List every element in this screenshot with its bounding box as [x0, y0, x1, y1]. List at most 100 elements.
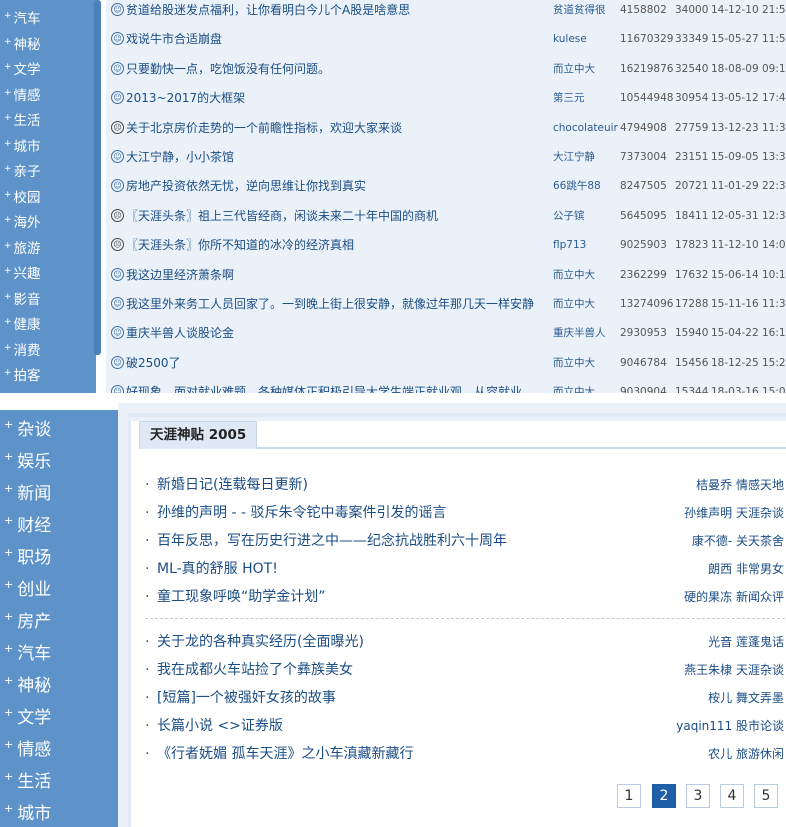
sidebar-item-mystery[interactable]: + 神秘	[4, 671, 51, 701]
post-row[interactable]: ☺ 重庆半兽人谈股论金 重庆半兽人 2930953 15940 15-04-22 16:1…	[106, 322, 786, 351]
tab-featured-2005[interactable]: 天涯神贴 2005	[139, 421, 258, 449]
entry-title[interactable]: 孙维的声明 - - 驳斥朱令铊中毒案件引发的谣言	[157, 501, 446, 525]
list-item[interactable]: · 长篇小说 <>证券版 yaqin111 股市论谈	[131, 714, 786, 738]
sidebar-item-health[interactable]: + 健康	[4, 314, 41, 336]
sidebar-item-emotion[interactable]: + 情感	[4, 85, 41, 107]
post-title[interactable]: 贫道给股迷发点福利，让你看明白今儿个A股是啥意思	[126, 0, 410, 21]
post-author[interactable]: 而立中大	[553, 293, 595, 315]
post-title[interactable]: 大江宁静，小小茶馆	[126, 146, 234, 168]
sidebar-item-parenting[interactable]: + 亲子	[4, 161, 41, 183]
entry-meta[interactable]: 朗西 非常男女	[708, 557, 784, 581]
sidebar-item-realestate[interactable]: + 房产	[4, 607, 51, 637]
sidebar-item-photo[interactable]: + 拍客	[4, 365, 41, 387]
list-item[interactable]: · [短篇]一个被强奸女孩的故事 桉儿 舞文弄墨	[131, 686, 786, 710]
list-item[interactable]: · 《行者妩媚 孤车天涯》之小车滇藏新藏行 农儿 旅游休闲	[131, 742, 786, 766]
sidebar-item-literature[interactable]: + 文学	[4, 59, 41, 81]
entry-title[interactable]: 关于龙的各种真实经历(全面曝光)	[157, 630, 364, 654]
list-item[interactable]: · 我在成都火车站捡了个彝族美女 燕王朱棣 天涯杂谈	[131, 658, 786, 682]
post-row[interactable]: ☹ 〖天涯头条〗你所不知道的冰冷的经济真相 flp713 9025903 17823 11…	[106, 234, 786, 263]
entry-title[interactable]: 长篇小说 <>证券版	[157, 714, 283, 738]
post-author[interactable]: 公子镔	[553, 205, 585, 227]
entry-title[interactable]: 我在成都火车站捡了个彝族美女	[157, 658, 353, 682]
entry-title[interactable]: ML-真的舒服 HOT!	[157, 557, 278, 581]
list-item[interactable]: · 百年反思，写在历史行进之中——纪念抗战胜利六十周年 康不德- 关天茶舍	[131, 529, 786, 553]
post-author[interactable]: 66跳午88	[553, 175, 601, 197]
post-title[interactable]: 〖天涯头条〗祖上三代皆经商，闲谈未来二十年中国的商机	[126, 205, 438, 227]
page-button-2-current[interactable]: 2	[652, 784, 676, 808]
sidebar-item-emotion[interactable]: + 情感	[4, 735, 51, 765]
post-row[interactable]: ☺ 房地产投资依然无忧，逆向思维让你找到真实 66跳午88 8247505 20721 1…	[106, 175, 786, 204]
sidebar-item-literature[interactable]: + 文学	[4, 703, 51, 733]
sidebar-item-media[interactable]: + 影音	[4, 289, 41, 311]
sidebar-item-news[interactable]: + 新闻	[4, 479, 51, 509]
list-item[interactable]: · 关于龙的各种真实经历(全面曝光) 光音 莲蓬鬼话	[131, 630, 786, 654]
post-author[interactable]: kulese	[553, 28, 587, 50]
entry-meta[interactable]: 燕王朱棣 天涯杂谈	[684, 658, 784, 682]
post-title[interactable]: 我这里外来务工人员回家了。一到晚上街上很安静，就像过年那几天一样安静	[126, 293, 534, 315]
post-row[interactable]: ☺ 破2500了 而立中大 9046784 15456 18-12-25 15:26	[106, 352, 786, 381]
post-author[interactable]: 而立中大	[553, 381, 595, 393]
entry-title[interactable]: 《行者妩媚 孤车天涯》之小车滇藏新藏行	[157, 742, 413, 766]
sidebar-item-consume[interactable]: + 消费	[4, 340, 41, 362]
entry-title[interactable]: [短篇]一个被强奸女孩的故事	[157, 686, 336, 710]
sidebar-scrollbar[interactable]	[94, 0, 101, 355]
page-button-4[interactable]: 4	[720, 784, 744, 808]
post-author[interactable]: chocolateuir	[553, 117, 618, 139]
post-row[interactable]: ☺ 我这边里经济萧条啊 而立中大 2362299 17632 15-06-14 10:17	[106, 264, 786, 293]
sidebar-item-startup[interactable]: + 创业	[4, 575, 51, 605]
entry-title[interactable]: 新婚日记(连载每日更新)	[157, 473, 308, 497]
post-author[interactable]: 而立中大	[553, 58, 595, 80]
post-author[interactable]: 贫道贫得很	[553, 0, 606, 21]
post-author[interactable]: flp713	[553, 234, 586, 256]
sidebar-item-entertainment[interactable]: + 娱乐	[4, 447, 51, 477]
list-item[interactable]: · 童工现象呼唤“助学金计划” 硬的果冻 新闻众评	[131, 585, 786, 609]
sidebar-item-mystery[interactable]: + 神秘	[4, 34, 41, 56]
entry-meta[interactable]: 桔曼乔 情感天地	[696, 473, 784, 497]
sidebar-item-career[interactable]: + 职场	[4, 543, 51, 573]
post-row[interactable]: ☺ 2013~2017的大框架 第三元 10544948 30954 13-05-12 1…	[106, 87, 786, 116]
post-title[interactable]: 戏说牛市合适崩盘	[126, 28, 222, 50]
entry-meta[interactable]: 农儿 旅游休闲	[708, 742, 784, 766]
post-title[interactable]: 只要勤快一点，吃饱饭没有任何问题。	[126, 58, 330, 80]
sidebar-item-car[interactable]: + 汽车	[4, 639, 51, 669]
sidebar-item-city[interactable]: + 城市	[4, 136, 41, 158]
entry-meta[interactable]: 孙维声明 天涯杂谈	[684, 501, 784, 525]
sidebar-item-overseas[interactable]: + 海外	[4, 212, 41, 234]
post-author[interactable]: 第三元	[553, 87, 585, 109]
post-author[interactable]: 大江宁静	[553, 146, 595, 168]
page-button-5[interactable]: 5	[754, 784, 778, 808]
post-row[interactable]: ☺ 大江宁静，小小茶馆 大江宁静 7373004 23151 15-09-05 13:37	[106, 146, 786, 175]
sidebar-item-travel[interactable]: + 旅游	[4, 238, 41, 260]
post-title[interactable]: 我这边里经济萧条啊	[126, 264, 234, 286]
entry-meta[interactable]: 光音 莲蓬鬼话	[708, 630, 784, 654]
sidebar-item-life[interactable]: + 生活	[4, 110, 41, 132]
post-author[interactable]: 重庆半兽人	[553, 322, 606, 344]
post-row[interactable]: ☹ 〖天涯头条〗祖上三代皆经商，闲谈未来二十年中国的商机 公子镔 5645095 184…	[106, 205, 786, 234]
post-author[interactable]: 而立中大	[553, 352, 595, 374]
list-item[interactable]: · ML-真的舒服 HOT! 朗西 非常男女	[131, 557, 786, 581]
entry-meta[interactable]: 桉儿 舞文弄墨	[708, 686, 784, 710]
post-row[interactable]: ☺ 我这里外来务工人员回家了。一到晚上街上很安静，就像过年那几天一样安静 而立中大 1…	[106, 293, 786, 322]
post-row[interactable]: ☺ 好现象，面对就业难题，各种媒体正积极引导大学生端正就业观，从容就业 而立中大 90…	[106, 381, 786, 393]
page-button-3[interactable]: 3	[686, 784, 710, 808]
post-row[interactable]: ☹ 关于北京房价走势的一个前瞻性指标，欢迎大家来谈 chocolateuir 4794…	[106, 117, 786, 146]
entry-meta[interactable]: yaqin111 股市论谈	[676, 714, 784, 738]
post-title[interactable]: 2013~2017的大框架	[126, 87, 245, 109]
sidebar-item-campus[interactable]: + 校园	[4, 187, 41, 209]
page-button-1[interactable]: 1	[617, 784, 641, 808]
entry-title[interactable]: 百年反思，写在历史行进之中——纪念抗战胜利六十周年	[157, 529, 507, 553]
post-title[interactable]: 关于北京房价走势的一个前瞻性指标，欢迎大家来谈	[126, 117, 402, 139]
sidebar-item-finance[interactable]: + 财经	[4, 511, 51, 541]
entry-title[interactable]: 童工现象呼唤“助学金计划”	[157, 585, 326, 609]
post-title[interactable]: 重庆半兽人谈股论金	[126, 322, 234, 344]
list-item[interactable]: · 新婚日记(连载每日更新) 桔曼乔 情感天地	[131, 473, 786, 497]
sidebar-item-car[interactable]: + 汽车	[4, 8, 41, 30]
entry-meta[interactable]: 康不德- 关天茶舍	[692, 529, 784, 553]
post-title[interactable]: 好现象，面对就业难题，各种媒体正积极引导大学生端正就业观，从容就业	[126, 381, 522, 393]
post-row[interactable]: ☺ 只要勤快一点，吃饱饭没有任何问题。 而立中大 16219876 32540 18-08…	[106, 58, 786, 87]
sidebar-item-life[interactable]: + 生活	[4, 767, 51, 797]
post-title[interactable]: 破2500了	[126, 352, 181, 374]
sidebar-item-city[interactable]: + 城市	[4, 799, 51, 827]
post-row[interactable]: ☺ 戏说牛市合适崩盘 kulese 11670329 33349 15-05-27 11:…	[106, 28, 786, 57]
sidebar-item-chat[interactable]: + 杂谈	[4, 415, 51, 445]
